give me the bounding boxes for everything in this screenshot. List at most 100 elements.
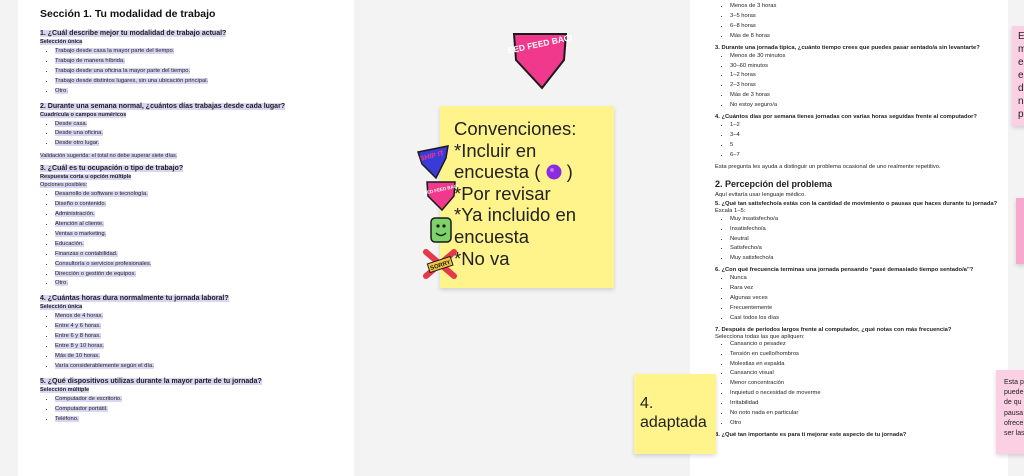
sticky-line: *Ya incluido en [454, 204, 577, 226]
option-list: Menos de 4 horas. Entre 4 y 6 horas. Ent… [40, 312, 332, 371]
survey-document-left[interactable]: Sección 1. Tu modalidad de trabajo 1. ¿C… [18, 0, 354, 476]
list-item: 6–8 horas [730, 22, 998, 32]
list-item: Computador portátil. [55, 405, 332, 415]
sticky-note-pink-bottom[interactable]: Esta p puede de qu pausa ofrece ser las [996, 370, 1024, 454]
list-item: Cansancio o pesadez [730, 340, 998, 350]
list-item: Más de 8 horas [730, 32, 998, 42]
list-item: Otro. [55, 279, 332, 289]
list-item: Menos de 3 horas [730, 2, 998, 12]
question-type: Selección única [40, 304, 83, 311]
option-list: Menos de 30 minutos 30–60 minutos 1–2 ho… [715, 52, 998, 111]
list-item: Diseño o contenido. [55, 200, 332, 210]
list-item: Nunca [730, 274, 998, 284]
list-item: Consultoría o servicios profesionales. [55, 260, 332, 270]
list-item: Más de 10 horas. [55, 352, 332, 362]
list-item: Ventas o marketing. [55, 230, 332, 240]
list-item: Dirección o gestión de equipos. [55, 270, 332, 280]
sticky-line: 4. [640, 395, 654, 412]
list-item: Trabajo desde distintos lugares, sin una… [55, 77, 332, 87]
list-item: 2–3 horas [730, 81, 998, 91]
survey-document-right[interactable]: Menos de 3 horas 3–5 horas 6–8 horas Más… [690, 0, 1008, 476]
option-list: Nunca Rara vez Algunas veces Frecuenteme… [715, 274, 998, 324]
list-item: Desde casa. [55, 120, 332, 130]
list-item: 30–60 minutos [730, 62, 998, 72]
whiteboard-canvas[interactable]: Sección 1. Tu modalidad de trabajo 1. ¿C… [0, 0, 1024, 476]
list-item: Finanzas o contabilidad. [55, 250, 332, 260]
option-list: Desarrollo de software o tecnología. Dis… [40, 190, 332, 289]
question-title: 8. ¿Qué tan importante es para ti mejora… [715, 431, 907, 438]
section-note: Aquí evitaría usar lenguaje médico. [715, 191, 806, 198]
list-item: Trabajo de manera híbrida. [55, 57, 332, 67]
question-type: Cuadrícula o campos numéricos [40, 111, 127, 118]
list-item: Cansancio visual [730, 369, 998, 379]
need-feedback-sticker-icon[interactable]: NEED FEED BACK [508, 30, 572, 90]
sticky-line: Convenciones: [454, 118, 577, 139]
sticky-note-pink-mid[interactable] [1016, 198, 1024, 264]
option-list: Muy insatisfecho/a Insatisfecho/a Neutra… [715, 215, 998, 265]
list-item: Varía considerablemente según el día. [55, 362, 332, 372]
option-list: Cansancio o pesadez Tensión en cuello/ho… [715, 340, 998, 429]
list-item: No estoy seguro/a [730, 101, 998, 111]
list-item: Menor concentración [730, 379, 998, 389]
list-item: Algunas veces [730, 294, 998, 304]
list-item: Otro. [55, 87, 332, 97]
question-1[interactable]: 1. ¿Cuál describe mejor tu modalidad de … [40, 30, 332, 97]
sticky-note-adapted[interactable]: 4. adaptada [634, 374, 716, 454]
list-item: Muy satisfecho/a [730, 254, 998, 264]
option-list: Computador de escritorio. Computador por… [40, 395, 332, 425]
list-item: Menos de 4 horas. [55, 312, 332, 322]
section-title: 2. Percepción del problema [715, 178, 833, 189]
list-item: Entre 8 y 10 horas. [55, 342, 332, 352]
option-list: 1–2 3–4 5 6–7 [715, 121, 998, 161]
question-title: 6. ¿Con qué frecuencia terminas una jorn… [715, 267, 974, 274]
list-item: Inquietud o necesidad de moverme [730, 389, 998, 399]
question-title: 3. ¿Cuál es tu ocupación o tipo de traba… [40, 165, 184, 173]
question-type: Selección múltiple [40, 386, 90, 393]
list-item: No noto nada en particular [730, 409, 998, 419]
sticky-line: encuesta ( ) [454, 161, 573, 183]
question-5[interactable]: 5. ¿Qué dispositivos utilizas durante la… [40, 377, 332, 425]
list-item: Rara vez [730, 284, 998, 294]
list-item: Desde una oficina. [55, 129, 332, 139]
sticky-line: *Por revisar [454, 182, 551, 204]
section-title: Sección 1. Tu modalidad de trabajo [40, 8, 216, 20]
sticky-note-pink-top[interactable]: E m e e d n p [1012, 26, 1024, 126]
sorry-sticker-icon[interactable]: SORRY [422, 248, 458, 280]
question-type: Respuesta corta u opción múltiple [40, 174, 132, 181]
list-item: Otro [730, 419, 998, 429]
question-title: 5. ¿Qué tan satisfecho/a estás con la ca… [715, 200, 998, 207]
question-3[interactable]: 3. ¿Cuál es tu ocupación o tipo de traba… [40, 165, 332, 289]
list-item: Menos de 30 minutos [730, 52, 998, 62]
list-item: Entre 6 y 8 horas. [55, 332, 332, 342]
option-list: Desde casa. Desde una oficina. Desde otr… [40, 120, 332, 150]
list-item: Entre 4 y 6 horas. [55, 322, 332, 332]
options-caption: Opciones posibles: [40, 182, 88, 189]
need-feedback-small-sticker-icon[interactable]: NEED FEED BACK [424, 180, 458, 212]
list-item: Satisfecho/a [730, 244, 998, 254]
list-item: Desde otro lugar. [55, 139, 332, 149]
list-item: Molestias en espalda [730, 360, 998, 370]
list-item: Tensión en cuello/hombros [730, 350, 998, 360]
smiley-sticker-icon[interactable] [428, 216, 454, 244]
question-title: 7. Después de periodos largos frente al … [715, 326, 952, 333]
question-title: 4. ¿Cuántos días por semana tienes jorna… [715, 114, 977, 121]
question-2[interactable]: 2. Durante una semana normal, ¿cuántos d… [40, 102, 332, 160]
list-item: Frecuentemente [730, 304, 998, 314]
option-list: Trabajo desde casa la mayor parte del ti… [40, 47, 332, 97]
list-item: 1–2 [730, 121, 998, 131]
list-item: 3–4 [730, 131, 998, 141]
option-list: Menos de 3 horas 3–5 horas 6–8 horas Más… [715, 2, 998, 42]
list-item: 5 [730, 141, 998, 151]
list-item: Teléfono. [55, 415, 332, 425]
question-title: 1. ¿Cuál describe mejor tu modalidad de … [40, 30, 227, 37]
ship-it-sticker-icon[interactable]: SHIP IT [416, 144, 450, 180]
list-item: Trabajo desde casa la mayor parte del ti… [55, 47, 332, 57]
list-item: Trabajo desde una oficina la mayor parte… [55, 67, 332, 77]
sticky-line: encuesta [454, 225, 530, 247]
question-title: 3. Durante una jornada típica, ¿cuánto t… [715, 44, 980, 51]
scale-caption: Escala 1–5: [715, 207, 746, 214]
sticky-note-conventions[interactable]: Convenciones: *Incluir en encuesta ( ) *… [440, 106, 614, 288]
question-4[interactable]: 4. ¿Cuántas horas dura normalmente tu jo… [40, 295, 332, 371]
list-item: Insatisfecho/a [730, 225, 998, 235]
list-item: 3–5 horas [730, 12, 998, 22]
